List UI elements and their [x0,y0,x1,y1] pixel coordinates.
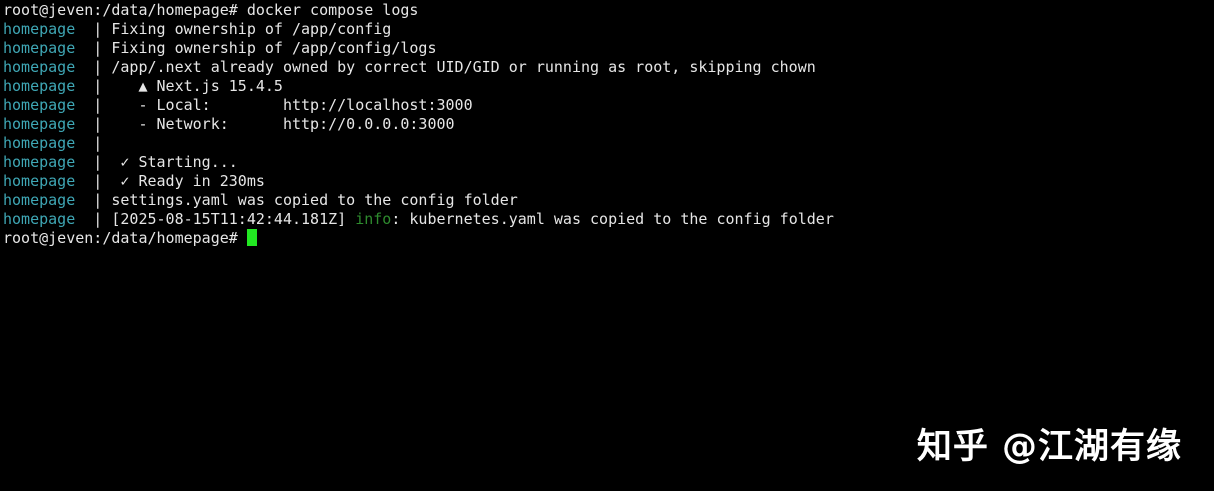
log-message: Fixing ownership of /app/config [111,20,392,38]
log-message: ✓ Ready in 230ms [111,172,265,190]
log-line: homepage | [2025-08-15T11:42:44.181Z] in… [0,210,1214,229]
log-message: ▲ Next.js 15.4.5 [111,77,283,95]
log-output: homepage | Fixing ownership of /app/conf… [0,20,1214,229]
log-line: homepage | /app/.next already owned by c… [0,58,1214,77]
log-separator: | [75,20,112,38]
log-message: /app/.next already owned by correct UID/… [111,58,816,76]
log-line: homepage | Fixing ownership of /app/conf… [0,39,1214,58]
log-timestamp: [2025-08-15T11:42:44.181Z] [111,210,356,228]
log-line: homepage | - Network: http://0.0.0.0:300… [0,115,1214,134]
prompt-text: root@jeven:/data/homepage# [3,229,247,247]
log-message: : kubernetes.yaml was copied to the conf… [391,210,834,228]
log-line: homepage | ✓ Ready in 230ms [0,172,1214,191]
log-separator: | [75,96,112,114]
service-prefix: homepage [3,210,76,228]
log-level: info [355,210,392,228]
service-prefix: homepage [3,134,76,152]
service-prefix: homepage [3,77,76,95]
log-separator: | [75,153,112,171]
cursor-block [246,229,257,246]
watermark-logo: 知乎 @江湖有缘 [916,427,1182,467]
log-separator: | [75,39,112,57]
log-separator: | [75,115,112,133]
log-message: ✓ Starting... [111,153,238,171]
service-prefix: homepage [3,39,76,57]
log-separator: | [75,134,112,152]
log-line: homepage | - Local: http://localhost:300… [0,96,1214,115]
service-prefix: homepage [3,172,76,190]
log-line: homepage | ▲ Next.js 15.4.5 [0,77,1214,96]
log-message: - Local: http://localhost:3000 [111,96,473,114]
service-prefix: homepage [3,191,76,209]
service-prefix: homepage [3,115,76,133]
log-line: homepage | [0,134,1214,153]
service-prefix: homepage [3,96,76,114]
log-line: homepage | ✓ Starting... [0,153,1214,172]
log-line: homepage | Fixing ownership of /app/conf… [0,20,1214,39]
log-separator: | [75,172,112,190]
log-message: - Network: http://0.0.0.0:3000 [111,115,455,133]
service-prefix: homepage [3,153,76,171]
service-prefix: homepage [3,58,76,76]
service-prefix: homepage [3,20,76,38]
log-separator: | [75,58,112,76]
log-message: Fixing ownership of /app/config/logs [111,39,437,57]
log-message: settings.yaml was copied to the config f… [111,191,518,209]
log-line: homepage | settings.yaml was copied to t… [0,191,1214,210]
log-separator: | [75,77,112,95]
log-separator: | [75,210,112,228]
log-separator: | [75,191,112,209]
current-prompt-line[interactable]: root@jeven:/data/homepage# [0,229,1214,248]
command-prompt-line: root@jeven:/data/homepage# docker compos… [3,1,419,19]
